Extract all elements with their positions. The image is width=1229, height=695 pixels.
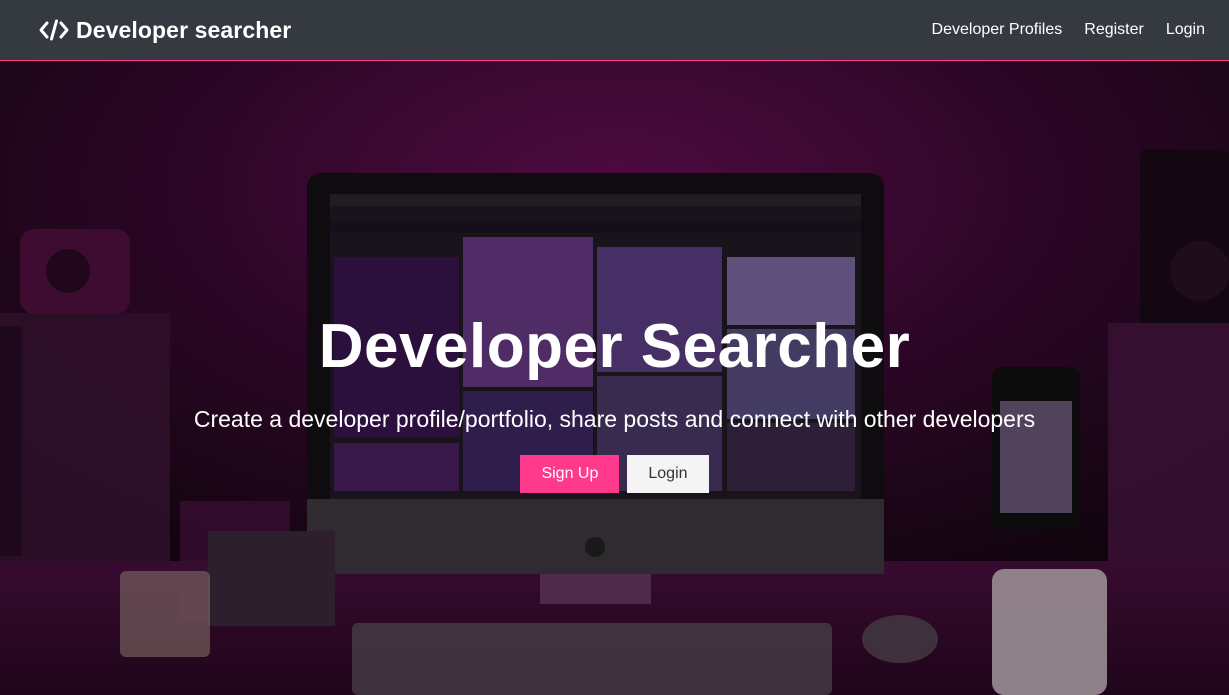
nav-links: Developer Profiles Register Login [932,21,1205,39]
code-icon [39,19,69,41]
hero-lead: Create a developer profile/portfolio, sh… [193,406,1036,432]
hero-section: Developer Searcher Create a developer pr… [0,61,1229,695]
nav-link-developer-profiles[interactable]: Developer Profiles [932,21,1063,39]
login-button[interactable]: Login [627,455,709,493]
hero-content: Developer Searcher Create a developer pr… [0,316,1229,493]
nav-link-login[interactable]: Login [1166,21,1205,39]
navbar: Developer searcher Developer Profiles Re… [0,0,1229,61]
hero-buttons: Sign Up Login [520,455,709,493]
hero-title: Developer Searcher [318,312,911,381]
brand-text: Developer searcher [76,16,292,43]
nav-link-register[interactable]: Register [1084,21,1144,39]
sign-up-button[interactable]: Sign Up [520,455,620,493]
brand-link[interactable]: Developer searcher [39,17,291,44]
